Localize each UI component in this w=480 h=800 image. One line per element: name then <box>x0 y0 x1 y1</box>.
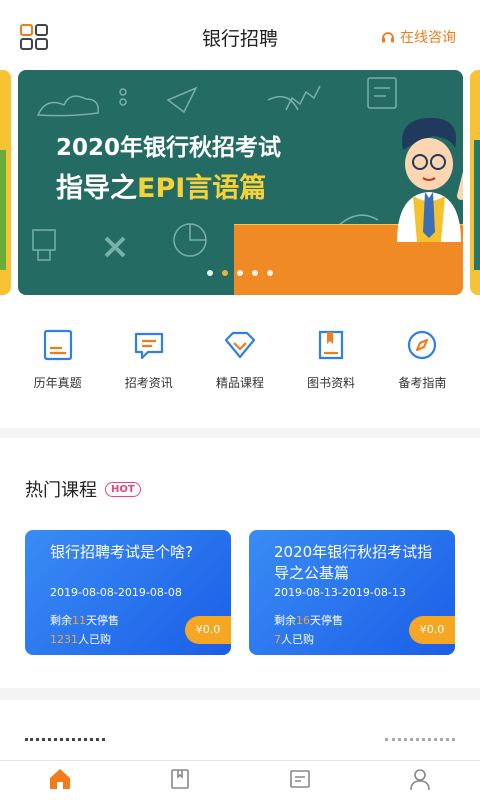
banner-subheadline-prefix: 指导之 <box>56 173 137 204</box>
quicknav-premium-courses[interactable]: 精品课程 <box>198 310 282 428</box>
quicknav-label: 精品课程 <box>215 376 264 390</box>
quicknav-books[interactable]: 图书资料 <box>289 310 373 428</box>
online-consult-button[interactable]: 在线咨询 <box>380 27 456 47</box>
course-buyers: 7人已购 <box>274 631 314 647</box>
tab-profile[interactable] <box>380 761 460 800</box>
quicknav-label: 历年真题 <box>33 376 82 390</box>
remain-days: 11 <box>72 614 86 627</box>
quicknav-label: 招考资讯 <box>124 376 173 390</box>
course-date: 2019-08-13-2019-08-13 <box>274 586 406 599</box>
price-tag: ¥0.0 <box>185 616 231 644</box>
banner-carousel[interactable]: 2020年银行秋招考试 指导之EPI言语篇 <box>0 70 480 310</box>
note-tab-icon <box>290 770 310 788</box>
quicknav-label: 备考指南 <box>398 376 447 390</box>
carousel-dot[interactable] <box>252 270 258 276</box>
remain-suffix: 天停售 <box>86 614 119 627</box>
buyers-count: 7 <box>274 633 281 646</box>
book-tab-icon <box>171 769 189 789</box>
course-buyers: 1231人已购 <box>50 631 111 647</box>
prev-slide-peek[interactable] <box>0 70 11 295</box>
cutoff-section-title <box>25 738 105 746</box>
hot-badge: HOT <box>105 481 141 497</box>
course-card[interactable]: 2020年银行秋招考试指导之公基篇 2019-08-13-2019-08-13 … <box>249 530 455 655</box>
quicknav-past-papers[interactable]: 历年真题 <box>16 310 100 428</box>
quicknav-prep-guide[interactable]: 备考指南 <box>380 310 464 428</box>
online-consult-label: 在线咨询 <box>400 30 456 46</box>
tab-home[interactable] <box>20 761 100 800</box>
remain-days: 16 <box>296 614 310 627</box>
carousel-dot-active[interactable] <box>222 270 228 276</box>
price-tag: ¥0.0 <box>409 616 455 644</box>
diamond-icon <box>224 331 256 359</box>
banner-subheadline: 指导之EPI言语篇 <box>56 166 266 205</box>
course-remaining: 剩余11天停售 <box>50 612 119 628</box>
carousel-indicators <box>0 270 480 276</box>
cutoff-view-more-link[interactable] <box>385 738 455 746</box>
buyers-count: 1231 <box>50 633 78 646</box>
home-icon <box>50 769 70 789</box>
teacher-illustration <box>397 118 463 242</box>
course-title: 银行招聘考试是个啥? <box>50 543 193 561</box>
headset-icon <box>382 32 394 43</box>
quicknav-exam-news[interactable]: 招考资讯 <box>107 310 191 428</box>
section-title: 热门课程 <box>25 480 97 501</box>
banner-slide[interactable]: 2020年银行秋招考试 指导之EPI言语篇 <box>18 70 463 295</box>
banner-subheadline-highlight: EPI言语篇 <box>137 173 267 204</box>
course-remaining: 剩余16天停售 <box>274 612 343 628</box>
buyers-suffix: 人已购 <box>281 633 314 646</box>
tab-notes[interactable] <box>260 761 340 800</box>
carousel-dot[interactable] <box>237 270 243 276</box>
book-icon <box>319 330 344 360</box>
next-section-cutoff <box>0 700 480 760</box>
buyers-suffix: 人已购 <box>78 633 111 646</box>
remain-prefix: 剩余 <box>50 614 72 627</box>
course-title: 2020年银行秋招考试指导之公基篇 <box>274 543 433 582</box>
remain-prefix: 剩余 <box>274 614 296 627</box>
app-root: 银行招聘 在线咨询 2020年银行秋招考试 指导之EPI言语篇 历年真题 招考资… <box>0 0 480 800</box>
profile-icon <box>410 769 430 791</box>
carousel-dot[interactable] <box>267 270 273 276</box>
message-icon <box>134 332 163 360</box>
next-slide-peek[interactable] <box>470 70 480 295</box>
hot-courses-section: 热门课程 HOT 银行招聘考试是个啥? 2019-08-08-2019-08-0… <box>0 438 480 688</box>
document-icon <box>43 329 72 361</box>
remain-suffix: 天停售 <box>310 614 343 627</box>
course-date: 2019-08-08-2019-08-08 <box>50 586 182 599</box>
carousel-dot[interactable] <box>207 270 213 276</box>
bottom-tab-bar <box>0 760 480 800</box>
quick-nav: 历年真题 招考资讯 精品课程 图书资料 备考指南 <box>0 310 480 428</box>
hot-courses-header: 热门课程 HOT <box>25 476 141 502</box>
top-header: 银行招聘 在线咨询 <box>0 0 480 70</box>
course-card[interactable]: 银行招聘考试是个啥? 2019-08-08-2019-08-08 剩余11天停售… <box>25 530 231 655</box>
tab-books[interactable] <box>140 761 220 800</box>
banner-headline: 2020年银行秋招考试 <box>56 135 282 161</box>
quicknav-label: 图书资料 <box>307 376 356 390</box>
compass-icon <box>408 330 437 360</box>
